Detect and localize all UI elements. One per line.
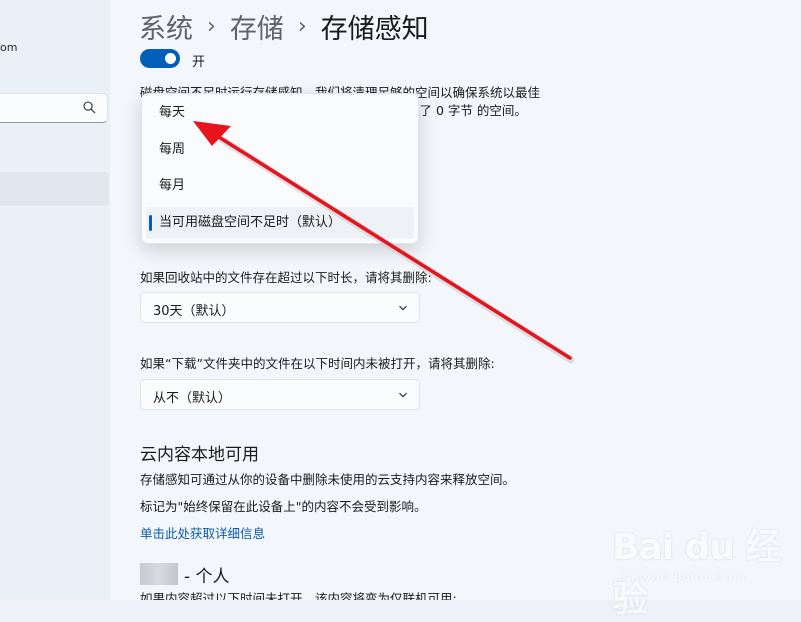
sidebar-item-selected[interactable] (0, 172, 109, 206)
chevron-down-icon (399, 305, 407, 311)
frequency-dropdown-menu: 每天 每周 每月 当可用磁盘空间不足时（默认） (141, 93, 419, 244)
description-line-2: 理了 0 字节 的空间。 (407, 103, 527, 118)
search-input[interactable] (0, 93, 108, 123)
cloud-description-1: 存储感知可通过从你的设备中删除未使用的云支持内容来释放空间。 (140, 472, 516, 487)
sidebar: om (0, 0, 110, 600)
downloads-label: 如果“下载”文件夹中的文件在以下时间内未被打开，请将其删除: (140, 356, 495, 371)
account-name-redacted (140, 563, 178, 585)
page-title: 存储感知 (320, 13, 429, 45)
cloud-section-title: 云内容本地可用 (140, 445, 259, 465)
account-email: om (0, 41, 18, 54)
recycle-bin-label: 如果回收站中的文件存在超过以下时长，请将其删除: (140, 270, 432, 285)
chevron-right-icon: › (207, 13, 216, 39)
recycle-bin-select[interactable]: 30天（默认） (140, 292, 420, 323)
recycle-bin-select-value: 30天（默认） (153, 304, 235, 319)
breadcrumb-item-storage[interactable]: 存储 (230, 7, 284, 46)
storage-sense-toggle[interactable] (140, 49, 180, 68)
personal-description: 如果内容超过以下时间未打开，该内容将变为仅联机可用: (140, 591, 457, 600)
personal-section-title: - 个人 (184, 567, 230, 587)
breadcrumb: 系统 › 存储 › 存储感知 (139, 6, 429, 46)
search-icon (83, 101, 96, 114)
chevron-down-icon (399, 392, 407, 398)
downloads-select[interactable]: 从不（默认） (140, 379, 420, 410)
details-link[interactable]: 单击此处获取详细信息 (140, 523, 265, 542)
chevron-right-icon: › (297, 13, 307, 39)
dropdown-option-low-disk[interactable]: 当可用磁盘空间不足时（默认） (146, 207, 414, 239)
dropdown-option-weekly[interactable]: 每周 (146, 134, 414, 166)
cloud-description-2: 标记为"始终保留在此设备上"的内容不会受到影响。 (140, 499, 427, 514)
dropdown-option-daily[interactable]: 每天 (146, 97, 414, 129)
breadcrumb-item-system[interactable]: 系统 (139, 7, 193, 46)
toggle-state-label: 开 (192, 55, 206, 70)
dropdown-option-low-disk-label: 当可用磁盘空间不足时（默认） (159, 215, 342, 230)
selected-indicator (149, 215, 152, 231)
main-panel: 系统 › 存储 › 存储感知 开 磁盘空间不足时运行存储感知。我们将清理足够的空… (110, 0, 801, 600)
dropdown-option-monthly[interactable]: 每月 (146, 170, 414, 202)
downloads-select-value: 从不（默认） (153, 391, 232, 406)
